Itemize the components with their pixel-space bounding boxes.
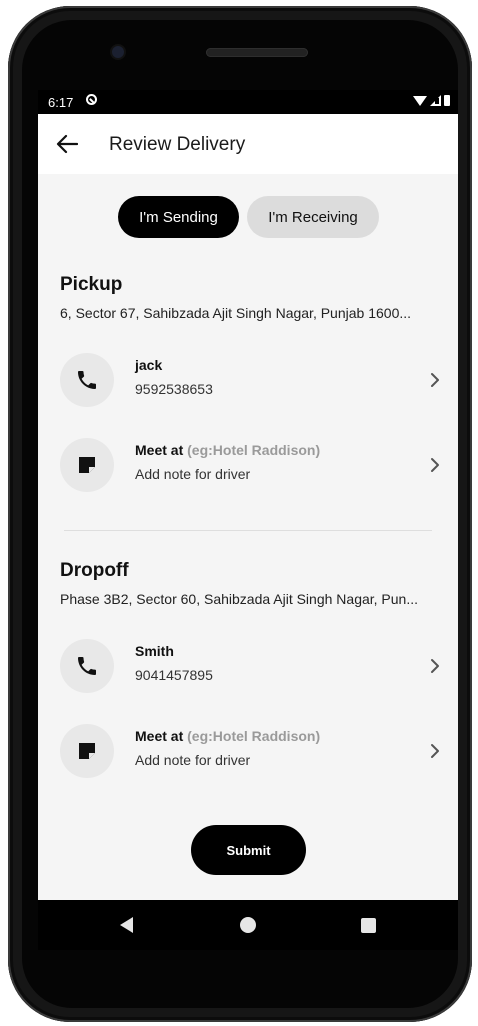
im-sending-tab[interactable]: I'm Sending — [118, 196, 239, 238]
pickup-note-row[interactable]: Meet at (eg:Hotel Raddison) Add note for… — [38, 429, 458, 501]
note-icon-circle — [60, 724, 114, 778]
note-icon — [79, 743, 95, 759]
pickup-title: Pickup — [60, 274, 123, 295]
phone-icon-circle — [60, 353, 114, 407]
pickup-contact-name: jack — [135, 357, 163, 373]
meet-at-label: Meet at — [135, 728, 184, 744]
note-icon-circle — [60, 438, 114, 492]
sync-icon — [86, 94, 97, 105]
chevron-right-icon — [431, 373, 439, 387]
chevron-right-icon — [431, 659, 439, 673]
dropoff-title: Dropoff — [60, 560, 129, 581]
system-nav-bar — [38, 900, 458, 950]
app-screen: 6:17 Review Delivery I'm Sending I'm Rec… — [38, 90, 458, 900]
submit-button[interactable]: Submit — [191, 825, 306, 875]
dropoff-contact-phone: 9041457895 — [135, 667, 213, 683]
page-title: Review Delivery — [109, 134, 246, 155]
meet-at-hint: (eg:Hotel Raddison) — [187, 442, 321, 458]
dropoff-contact-name: Smith — [135, 643, 174, 659]
status-icons — [413, 95, 450, 106]
nav-recents-icon[interactable] — [361, 918, 376, 933]
phone-icon — [78, 657, 96, 675]
battery-icon — [444, 95, 450, 106]
dropoff-note-row[interactable]: Meet at (eg:Hotel Raddison) Add note for… — [38, 715, 458, 787]
nav-back-icon[interactable] — [120, 917, 133, 933]
dropoff-address: Phase 3B2, Sector 60, Sahibzada Ajit Sin… — [60, 591, 419, 607]
nav-home-icon[interactable] — [240, 917, 256, 933]
phone-icon — [78, 371, 96, 389]
phone-icon-circle — [60, 639, 114, 693]
pickup-note-title: Meet at (eg:Hotel Raddison) — [135, 442, 320, 458]
front-camera — [112, 46, 124, 58]
signal-icon — [430, 95, 441, 106]
chevron-right-icon — [431, 458, 439, 472]
dropoff-contact-row[interactable]: Smith 9041457895 — [38, 630, 458, 702]
app-bar: Review Delivery — [38, 114, 458, 174]
note-icon — [79, 457, 95, 473]
status-bar: 6:17 — [38, 90, 458, 114]
pickup-contact-phone: 9592538653 — [135, 381, 213, 397]
dropoff-note-subtitle: Add note for driver — [135, 752, 251, 768]
chevron-right-icon — [431, 744, 439, 758]
wifi-icon — [413, 95, 427, 106]
dropoff-note-title: Meet at (eg:Hotel Raddison) — [135, 728, 320, 744]
pickup-note-subtitle: Add note for driver — [135, 466, 251, 482]
earpiece-speaker — [206, 48, 308, 57]
im-receiving-tab[interactable]: I'm Receiving — [247, 196, 379, 238]
status-time: 6:17 — [48, 95, 74, 110]
pickup-address: 6, Sector 67, Sahibzada Ajit Singh Nagar… — [60, 305, 412, 321]
meet-at-label: Meet at — [135, 442, 184, 458]
pickup-contact-row[interactable]: jack 9592538653 — [38, 344, 458, 416]
section-divider — [64, 530, 432, 531]
arrow-left-icon[interactable] — [56, 134, 78, 154]
meet-at-hint: (eg:Hotel Raddison) — [187, 728, 321, 744]
